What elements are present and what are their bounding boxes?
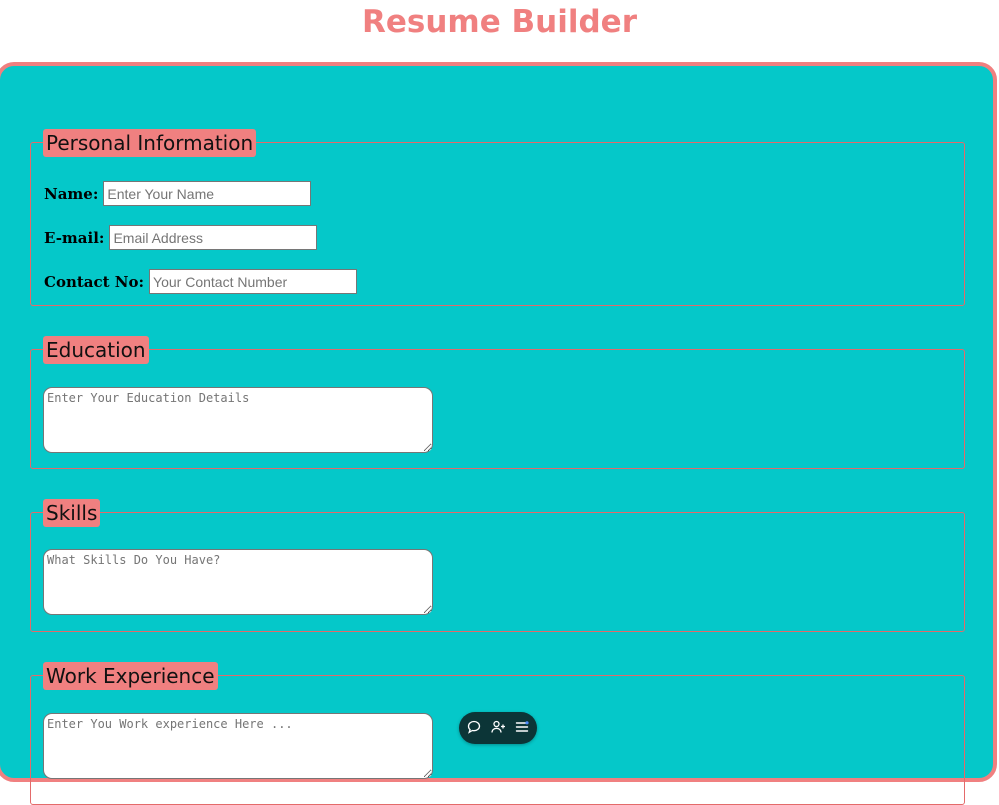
contact-row: Contact No: — [44, 269, 358, 294]
contact-input[interactable] — [149, 269, 358, 294]
contact-label: Contact No: — [44, 272, 145, 291]
page-title: Resume Builder — [362, 4, 637, 40]
menu-button[interactable] — [513, 719, 531, 737]
email-row: E-mail: — [44, 225, 318, 250]
name-row: Name: — [44, 181, 312, 206]
work-experience-legend: Work Experience — [43, 662, 218, 690]
personal-information-section: Personal Information Name: E-mail: Conta… — [30, 129, 965, 306]
floating-toolbar — [459, 712, 537, 744]
add-user-icon — [490, 719, 506, 738]
comment-icon — [467, 719, 481, 738]
education-textarea[interactable] — [43, 387, 433, 453]
personal-information-legend: Personal Information — [43, 129, 257, 157]
name-label: Name: — [44, 184, 99, 203]
email-label: E-mail: — [44, 228, 105, 247]
skills-section: Skills — [30, 499, 965, 632]
education-legend: Education — [43, 336, 149, 364]
resume-form: Personal Information Name: E-mail: Conta… — [0, 62, 997, 805]
comment-button[interactable] — [465, 719, 483, 737]
work-experience-textarea[interactable] — [43, 713, 433, 779]
education-section: Education — [30, 336, 965, 469]
skills-legend: Skills — [43, 499, 101, 527]
name-input[interactable] — [103, 181, 312, 206]
menu-icon — [515, 719, 529, 738]
email-input[interactable] — [109, 225, 318, 250]
skills-textarea[interactable] — [43, 549, 433, 615]
add-user-button[interactable] — [489, 719, 507, 737]
